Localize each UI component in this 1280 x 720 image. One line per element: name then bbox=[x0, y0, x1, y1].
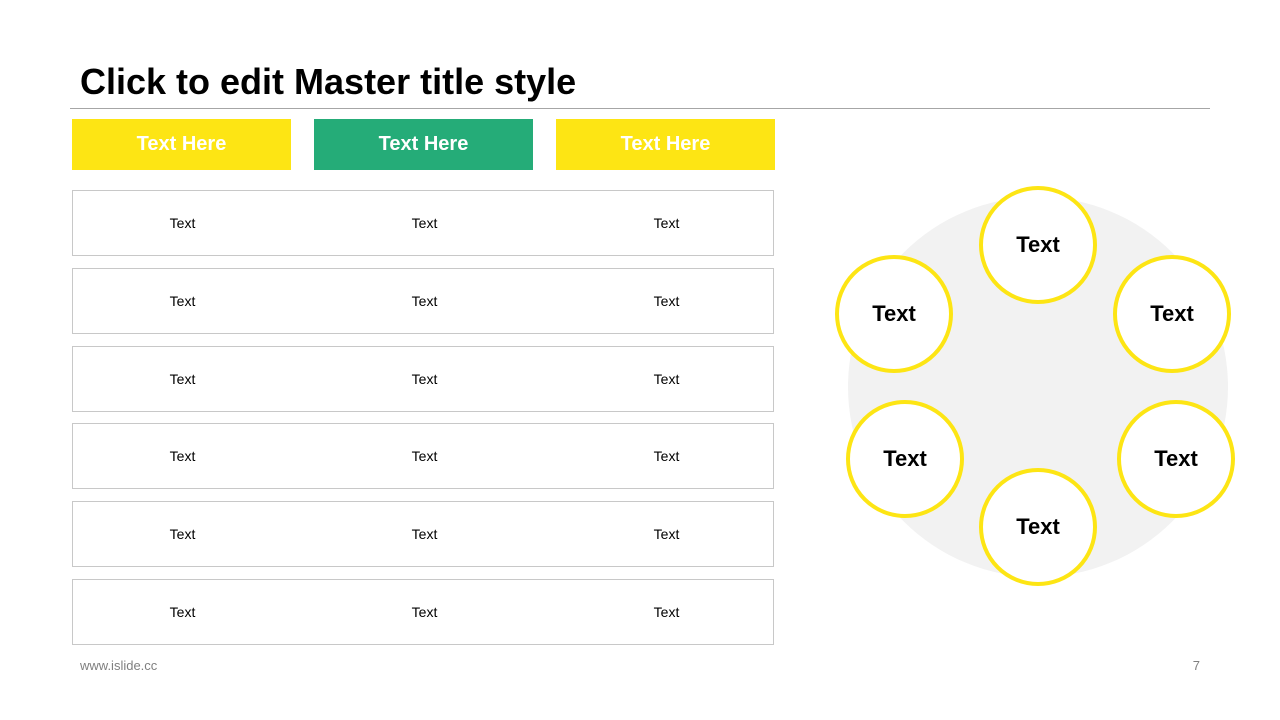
table-cell[interactable]: Text bbox=[557, 191, 776, 255]
table-cell[interactable]: Text bbox=[73, 502, 292, 566]
table-cell[interactable]: Text bbox=[315, 502, 534, 566]
table-row: Text Text Text bbox=[72, 346, 774, 412]
cycle-node-upper-right[interactable]: Text bbox=[1113, 255, 1231, 373]
footer-url: www.islide.cc bbox=[80, 658, 158, 673]
cycle-node-top[interactable]: Text bbox=[979, 186, 1097, 304]
table-cell[interactable]: Text bbox=[315, 347, 534, 411]
table-cell[interactable]: Text bbox=[557, 502, 776, 566]
table-cell[interactable]: Text bbox=[315, 580, 534, 644]
column-header-2[interactable]: Text Here bbox=[314, 119, 533, 170]
table-cell[interactable]: Text bbox=[73, 580, 292, 644]
table-cell[interactable]: Text bbox=[557, 347, 776, 411]
table-cell[interactable]: Text bbox=[73, 269, 292, 333]
table-cell[interactable]: Text bbox=[315, 424, 534, 488]
table-row: Text Text Text bbox=[72, 423, 774, 489]
page-number: 7 bbox=[1192, 658, 1200, 673]
table-row: Text Text Text bbox=[72, 268, 774, 334]
cycle-node-lower-left[interactable]: Text bbox=[846, 400, 964, 518]
table-cell[interactable]: Text bbox=[557, 424, 776, 488]
slide-title[interactable]: Click to edit Master title style bbox=[80, 60, 576, 104]
table-cell[interactable]: Text bbox=[315, 269, 534, 333]
table-cell[interactable]: Text bbox=[73, 424, 292, 488]
table-cell[interactable]: Text bbox=[557, 269, 776, 333]
table-cell[interactable]: Text bbox=[557, 580, 776, 644]
table-row: Text Text Text bbox=[72, 190, 774, 256]
table-row: Text Text Text bbox=[72, 501, 774, 567]
table-row: Text Text Text bbox=[72, 579, 774, 645]
title-divider bbox=[70, 108, 1210, 109]
cycle-node-upper-left[interactable]: Text bbox=[835, 255, 953, 373]
slide: Click to edit Master title style Text He… bbox=[0, 0, 1280, 720]
table-cell[interactable]: Text bbox=[315, 191, 534, 255]
table-cell[interactable]: Text bbox=[73, 191, 292, 255]
table-cell[interactable]: Text bbox=[73, 347, 292, 411]
cycle-node-lower-right[interactable]: Text bbox=[1117, 400, 1235, 518]
column-header-1[interactable]: Text Here bbox=[72, 119, 291, 170]
column-header-3[interactable]: Text Here bbox=[556, 119, 775, 170]
cycle-node-bottom[interactable]: Text bbox=[979, 468, 1097, 586]
